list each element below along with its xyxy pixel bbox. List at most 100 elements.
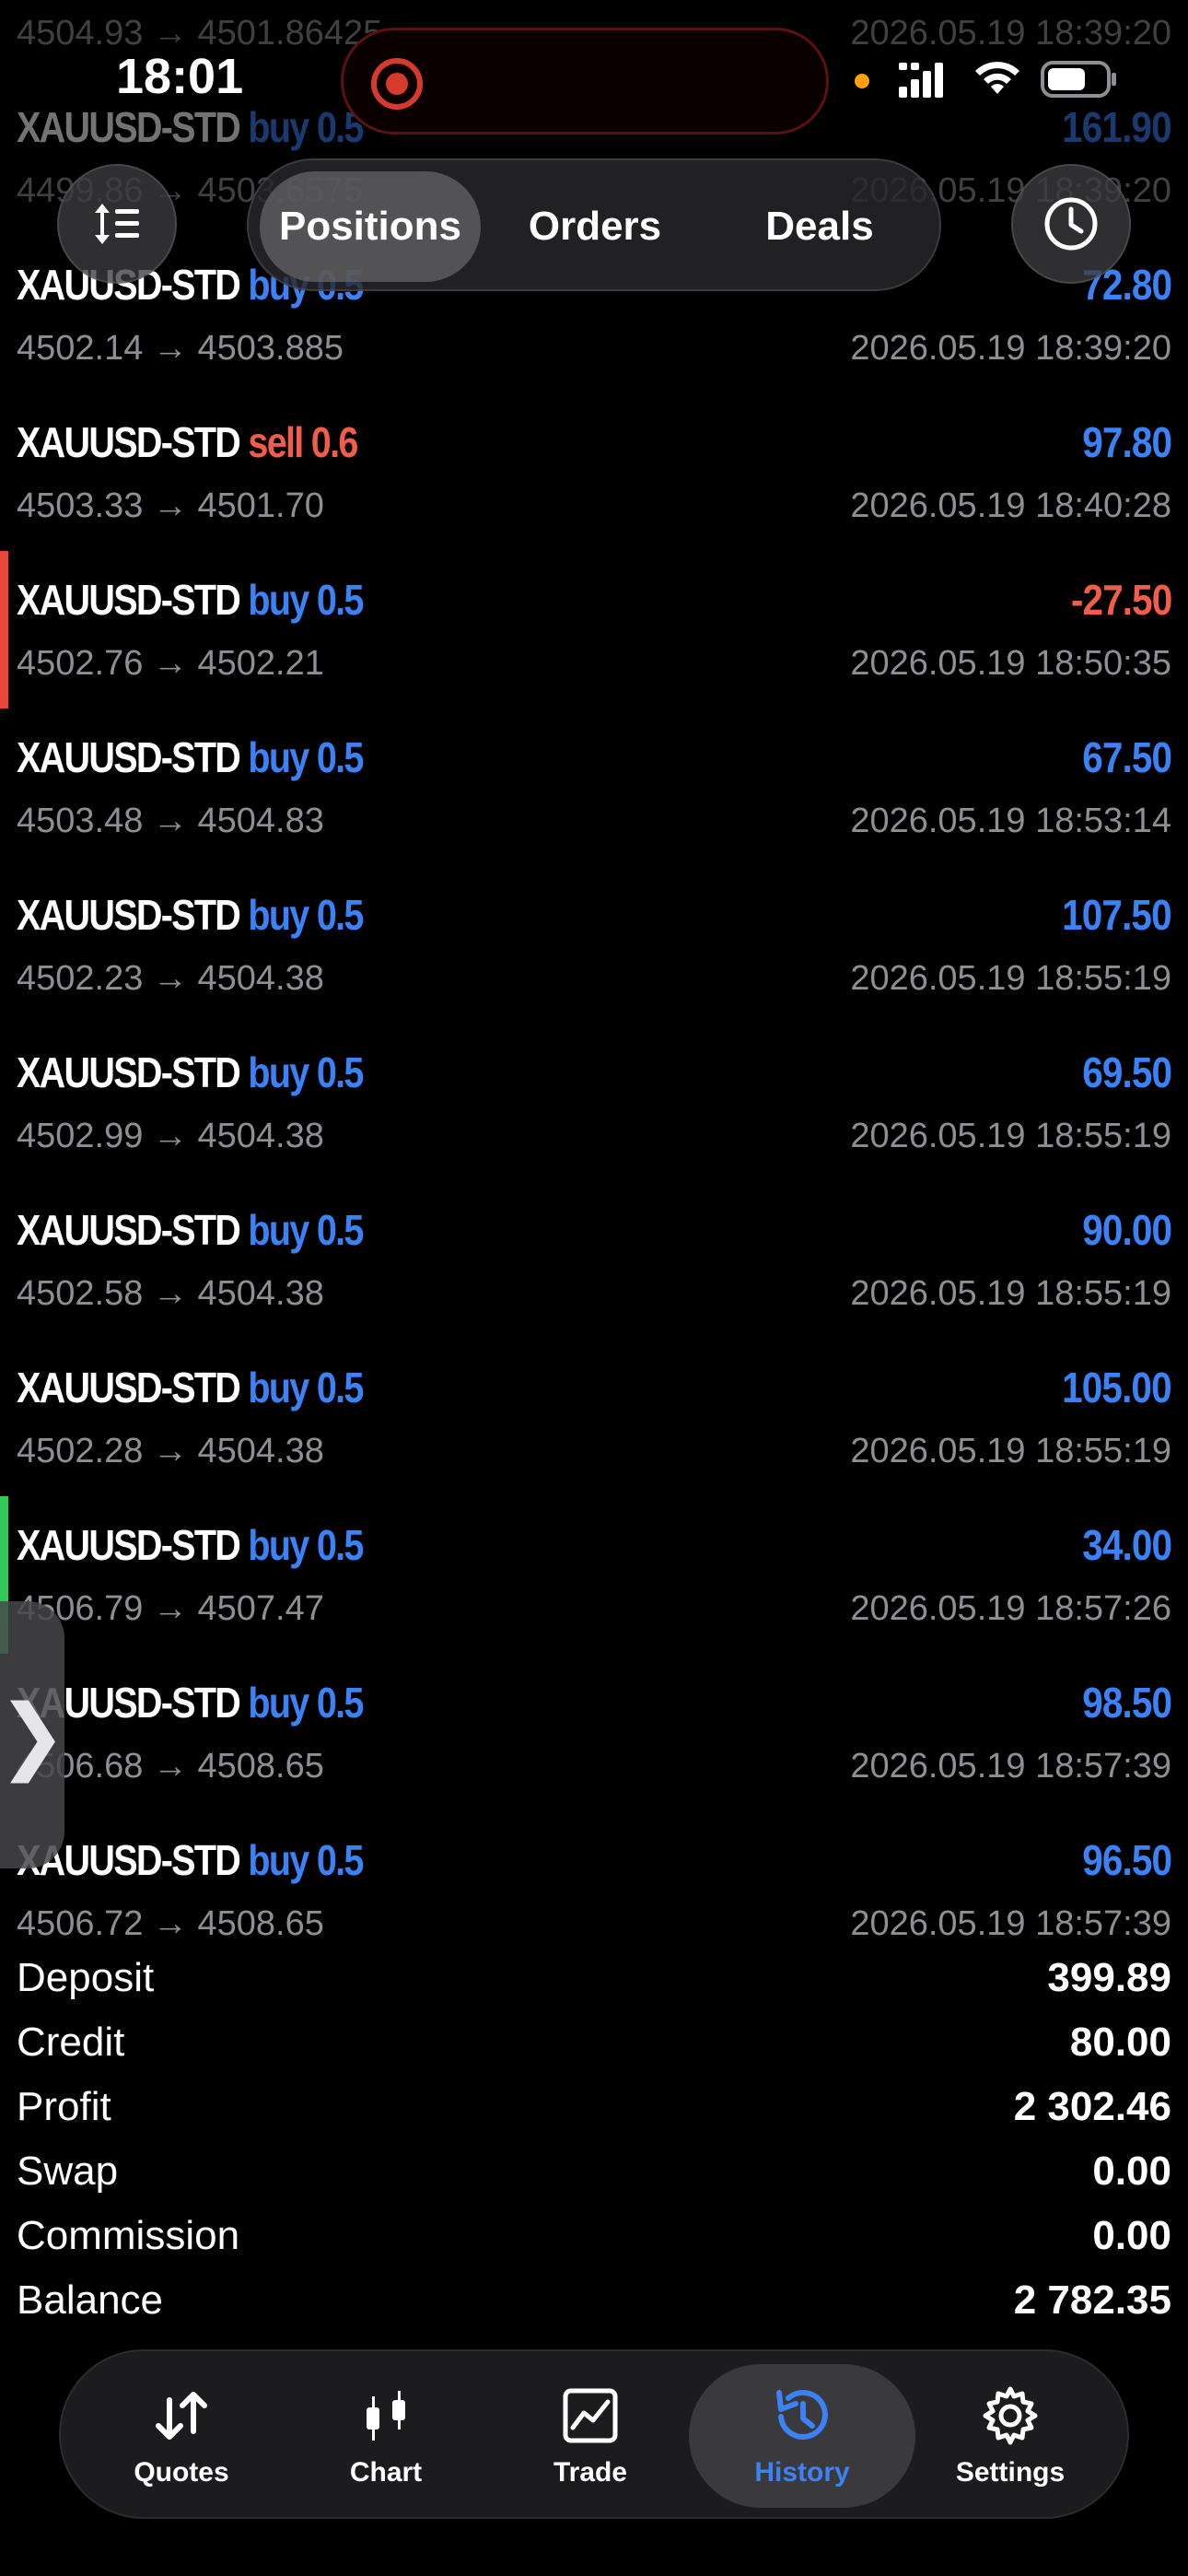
deal-header: XAUUSD-STD buy 0.5 90.00	[17, 1198, 1172, 1262]
period-button[interactable]	[1011, 164, 1131, 284]
deal-time: 2026.05.19 18:53:14	[850, 801, 1171, 840]
deal-marker	[0, 551, 8, 708]
tab-history[interactable]: History	[689, 2364, 915, 2508]
deal-details: 4502.99 → 4504.38 2026.05.19 18:55:19	[17, 1112, 1171, 1160]
deal-symbol: XAUUSD-STD	[17, 733, 241, 781]
deal-prices: 4503.48 → 4504.83	[17, 801, 324, 840]
tab-orders[interactable]: Orders	[486, 171, 704, 282]
deal-header: XAUUSD-STD buy 0.5 98.50	[17, 1670, 1172, 1735]
summary-value: 80.00	[1069, 2020, 1171, 2065]
deal-volume: 0.5	[316, 1836, 365, 1884]
deal-type: buy	[248, 1521, 309, 1569]
summary-label: Balance	[17, 2277, 164, 2323]
summary-profit: Profit 2 302.46	[17, 2075, 1171, 2139]
deal-volume: 0.5	[316, 1206, 365, 1254]
deal-row[interactable]: XAUUSD-STD buy 0.5 69.50 4502.99 → 4504.38…	[0, 1024, 1188, 1181]
deal-type: buy	[248, 1364, 309, 1411]
battery-icon	[1041, 61, 1116, 98]
deal-symbol: XAUUSD-STD	[17, 576, 241, 624]
summary-value: 0.00	[1092, 2213, 1171, 2258]
tab-settings[interactable]: Settings	[908, 2364, 1112, 2508]
deal-symbol: XAUUSD-STD	[17, 1364, 241, 1411]
account-summary: Deposit 399.89 Credit 80.00 Profit 2 302…	[17, 1946, 1171, 2333]
deal-prices: 4502.23 → 4504.38	[17, 958, 324, 998]
status-bar: 18:01	[0, 0, 1188, 157]
tab-positions[interactable]: Positions	[260, 171, 481, 282]
deal-row[interactable]: XAUUSD-STD buy 0.5 105.00 4502.28 → 4504.3…	[0, 1339, 1188, 1496]
mic-indicator-icon	[855, 74, 869, 88]
deal-prices: 4502.14 → 4503.885	[17, 328, 344, 368]
tab-trade[interactable]: Trade	[488, 2364, 693, 2508]
deal-volume: 0.5	[316, 576, 365, 624]
tab-chart[interactable]: Chart	[284, 2364, 488, 2508]
deal-row[interactable]: XAUUSD-STD buy 0.5 98.50 4506.68 → 4508.65…	[0, 1654, 1188, 1811]
sort-button[interactable]	[57, 164, 177, 284]
deal-header: XAUUSD-STD sell 0.6 97.80	[17, 410, 1172, 474]
tab-label: Chart	[349, 2457, 423, 2488]
deal-prices: 4502.58 → 4504.38	[17, 1273, 324, 1313]
summary-label: Commission	[17, 2213, 240, 2258]
deal-row[interactable]: XAUUSD-STD sell 0.6 97.80 4503.33 → 4501.7…	[0, 393, 1188, 551]
deal-header: XAUUSD-STD buy 0.5 105.00	[17, 1355, 1172, 1420]
deal-symbol: XAUUSD-STD	[17, 1048, 241, 1096]
deal-header: XAUUSD-STD buy 0.5 67.50	[17, 725, 1172, 790]
deal-list: XAUUSD-STD buy 0.5101.904504.93 → 4501.8…	[0, 0, 1188, 1969]
deal-details: 4502.14 → 4503.885 2026.05.19 18:39:20	[17, 324, 1171, 372]
deal-profit: 69.50	[1082, 1048, 1172, 1096]
trade-icon	[563, 2388, 618, 2443]
deal-profit: 96.50	[1082, 1836, 1172, 1884]
deal-time: 2026.05.19 18:55:19	[850, 1273, 1171, 1313]
summary-label: Deposit	[17, 1955, 155, 2000]
tab-label: Trade	[553, 2457, 628, 2488]
quotes-icon	[156, 2392, 207, 2440]
summary-deposit: Deposit 399.89	[17, 1946, 1171, 2010]
deal-profit: 67.50	[1082, 733, 1172, 781]
settings-icon	[983, 2386, 1038, 2445]
deal-row[interactable]: XAUUSD-STD buy 0.5 90.00 4502.58 → 4504.38…	[0, 1181, 1188, 1339]
deal-time: 2026.05.19 18:39:20	[850, 328, 1171, 368]
deal-title: XAUUSD-STD buy 0.5	[17, 732, 365, 782]
deal-profit: 90.00	[1082, 1206, 1172, 1254]
deal-title: XAUUSD-STD buy 0.5	[17, 1048, 365, 1097]
summary-value: 0.00	[1092, 2149, 1171, 2194]
deal-type: buy	[248, 1836, 309, 1884]
tab-label: Settings	[955, 2457, 1066, 2488]
dynamic-island[interactable]	[341, 28, 829, 135]
sort-icon	[95, 204, 139, 244]
deal-header: XAUUSD-STD buy 0.5 107.50	[17, 883, 1172, 947]
deal-prices: 4506.79 → 4507.47	[17, 1588, 324, 1628]
deal-time: 2026.05.19 18:55:19	[850, 1116, 1171, 1155]
tab-quotes[interactable]: Quotes	[79, 2364, 284, 2508]
deal-prices: 4506.72 → 4508.65	[17, 1903, 324, 1943]
bottom-tab-bar: Quotes Chart Trade History Settings	[59, 2349, 1129, 2519]
deal-symbol: XAUUSD-STD	[17, 891, 241, 939]
deal-row[interactable]: XAUUSD-STD buy 0.5 67.50 4503.48 → 4504.83…	[0, 708, 1188, 866]
deal-title: XAUUSD-STD buy 0.5	[17, 1835, 365, 1885]
clock-icon	[1044, 197, 1098, 251]
deal-details: 4506.72 → 4508.65 2026.05.19 18:57:39	[17, 1900, 1171, 1948]
deal-volume: 0.5	[316, 1048, 365, 1096]
deal-details: 4502.28 → 4504.38 2026.05.19 18:55:19	[17, 1427, 1171, 1475]
deal-details: 4506.68 → 4508.65 2026.05.19 18:57:39	[17, 1742, 1171, 1790]
deal-row[interactable]: XAUUSD-STD buy 0.5 107.50 4502.23 → 4504.3…	[0, 866, 1188, 1024]
chevron-right-icon: ❯	[0, 1689, 67, 1782]
tab-label: Quotes	[134, 2457, 229, 2488]
deal-volume: 0.5	[316, 1364, 365, 1411]
deal-row[interactable]: XAUUSD-STD buy 0.5 34.00 4506.79 → 4507.47…	[0, 1496, 1188, 1654]
deal-type: buy	[248, 1048, 309, 1096]
deal-details: 4503.33 → 4501.70 2026.05.19 18:40:28	[17, 482, 1171, 530]
cellular-signal-icon	[899, 63, 943, 98]
tab-deals[interactable]: Deals	[709, 171, 930, 282]
deal-type: buy	[248, 1206, 309, 1254]
deal-row[interactable]: XAUUSD-STD buy 0.5 -27.50 4502.76 → 4502.2…	[0, 551, 1188, 708]
deal-prices: 4502.99 → 4504.38	[17, 1116, 324, 1155]
summary-commission: Commission 0.00	[17, 2204, 1171, 2268]
deal-volume: 0.5	[316, 891, 365, 939]
deal-volume: 0.5	[316, 733, 365, 781]
deal-type: buy	[248, 1679, 309, 1727]
deal-time: 2026.05.19 18:57:26	[850, 1588, 1171, 1628]
deal-type: buy	[248, 733, 309, 781]
summary-balance: Balance 2 782.35	[17, 2268, 1171, 2333]
side-panel-handle[interactable]: ❯	[0, 1601, 67, 1868]
deal-time: 2026.05.19 18:50:35	[850, 643, 1171, 683]
